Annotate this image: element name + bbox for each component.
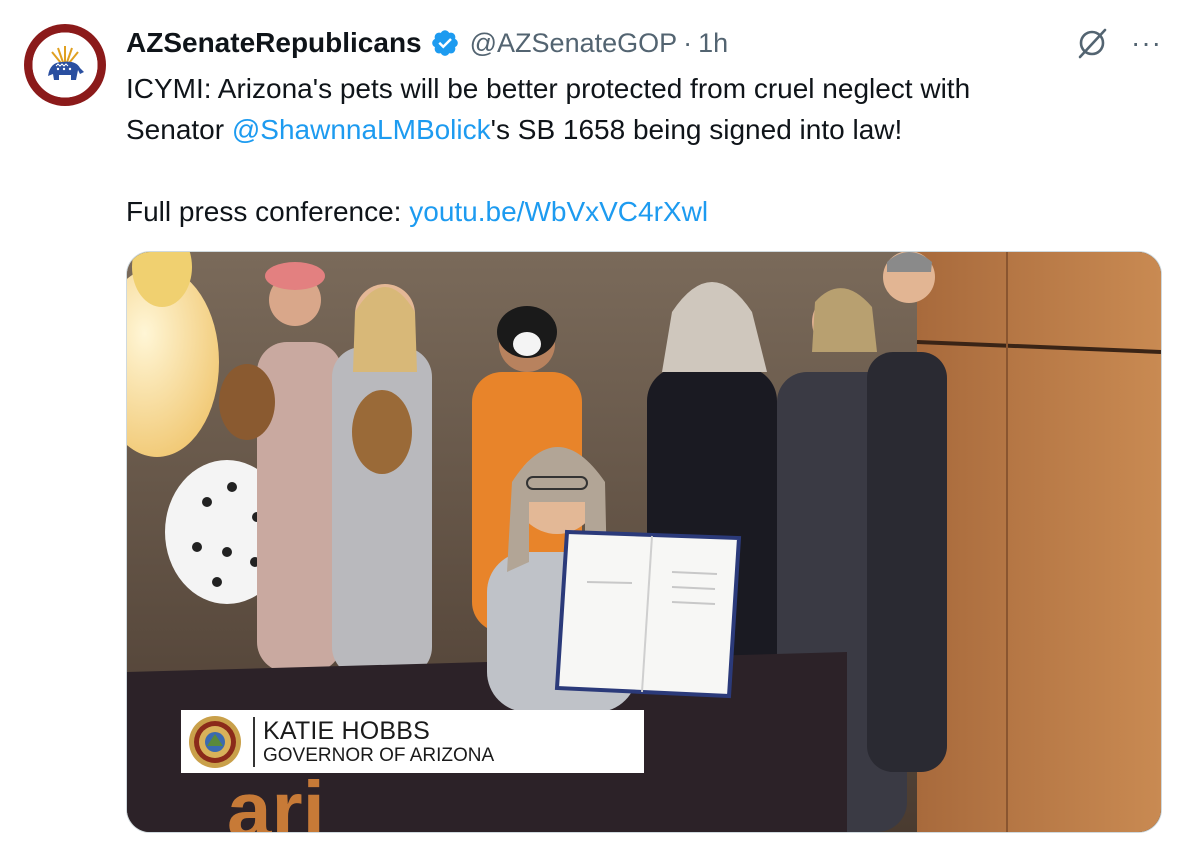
tweet-line-3: Full press conference: youtu.be/WbVxVC4r… xyxy=(126,191,1166,232)
more-icon[interactable]: ··· xyxy=(1131,29,1162,57)
tweet-header: AZSenateRepublicans @AZSenateGOP · 1h ··… xyxy=(126,24,1168,62)
header-actions: ··· xyxy=(1075,24,1162,62)
lower-third-name: KATIE HOBBS xyxy=(263,716,431,745)
timestamp[interactable]: 1h xyxy=(698,28,728,59)
caucus-seal-logo: ARIZONA STATE SENATE REPUBLICAN CAUCUS xyxy=(24,24,106,106)
verified-badge-icon[interactable] xyxy=(430,28,460,58)
tweet-line-1: ICYMI: Arizona's pets will be better pro… xyxy=(126,68,1166,109)
separator-dot: · xyxy=(683,27,693,58)
avatar[interactable]: ARIZONA STATE SENATE REPUBLICAN CAUCUS xyxy=(24,24,106,106)
lower-third-text: KATIE HOBBS GOVERNOR OF ARIZONA xyxy=(263,717,494,767)
youtube-link[interactable]: youtu.be/WbVxVC4rXwl xyxy=(409,196,708,227)
tweet-text-line2-suffix: 's SB 1658 being signed into law! xyxy=(490,114,903,145)
lower-third-divider xyxy=(253,716,255,767)
tweet-text-line1: ICYMI: Arizona's pets will be better pro… xyxy=(126,73,971,104)
tweet-line-2: Senator @ShawnnaLMBolick's SB 1658 being… xyxy=(126,109,1166,150)
display-name[interactable]: AZSenateRepublicans xyxy=(126,27,422,59)
arizona-seal-icon xyxy=(189,715,241,768)
svg-text:ari: ari xyxy=(227,765,325,832)
lower-third: KATIE HOBBS GOVERNOR OF ARIZONA xyxy=(181,710,644,773)
press-label: Full press conference: xyxy=(126,196,410,227)
mention-link[interactable]: @ShawnnaLMBolick xyxy=(232,114,491,145)
tweet-text: ICYMI: Arizona's pets will be better pro… xyxy=(126,68,1166,232)
tweet-media-photo[interactable]: ari KATIE HOBBS GOVERNOR OF ARIZONA xyxy=(126,251,1162,833)
lower-third-title: GOVERNOR OF ARIZONA xyxy=(263,744,495,766)
tweet-text-line2-prefix: Senator xyxy=(126,114,232,145)
grok-icon[interactable] xyxy=(1075,26,1109,60)
author-handle[interactable]: @AZSenateGOP xyxy=(470,28,678,59)
